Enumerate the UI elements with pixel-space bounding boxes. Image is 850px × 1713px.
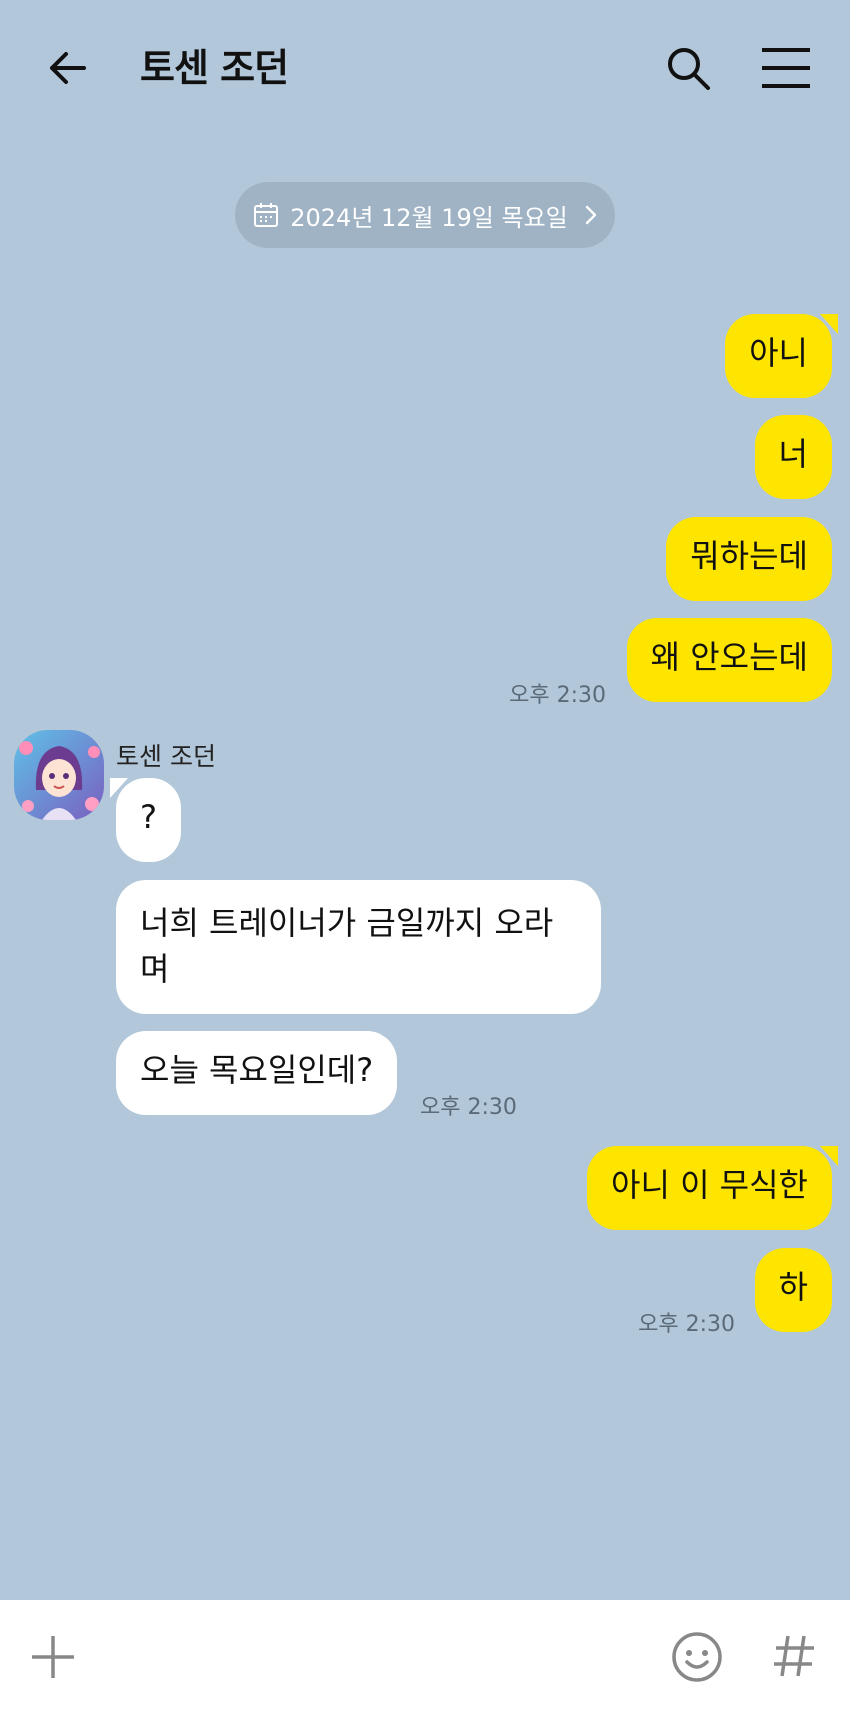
message-text: 아니 이 무식한 <box>611 1166 808 1204</box>
message-text: 아니 <box>749 334 808 372</box>
calendar-icon <box>254 203 279 227</box>
hashtag-icon <box>774 1635 814 1677</box>
avatar[interactable] <box>14 730 104 820</box>
my-message-bubble[interactable]: 아니 이 무식한 <box>587 1146 838 1230</box>
sender-name: 토센 조던 <box>116 742 216 771</box>
my-message-bubble[interactable]: 왜 안오는데 <box>626 618 832 702</box>
search-button[interactable] <box>664 44 712 92</box>
attach-button[interactable] <box>30 1634 76 1680</box>
arrow-left-icon <box>50 52 86 84</box>
emoji-button[interactable] <box>670 1630 724 1684</box>
their-message-bubble[interactable]: 너희 트레이너가 금일까지 오라며 <box>116 880 601 1014</box>
message-text: ? <box>140 798 157 836</box>
their-message-bubble[interactable]: 오늘 목요일인데? <box>116 1031 398 1115</box>
chevron-right-icon <box>585 205 596 225</box>
message-timestamp: 오후 2:30 <box>509 683 606 708</box>
hamburger-menu-icon <box>762 48 810 88</box>
search-icon <box>668 48 710 90</box>
message-input-bar[interactable] <box>0 1600 850 1713</box>
message-text: 뭐하는데 <box>690 537 808 575</box>
message-text: 너 <box>778 435 808 473</box>
back-button[interactable] <box>44 44 92 92</box>
message-text: 너희 트레이너가 금일까지 오라며 <box>140 904 554 988</box>
my-message-bubble[interactable]: 아니 <box>725 314 838 398</box>
message-timestamp: 오후 2:30 <box>638 1312 735 1337</box>
date-divider[interactable]: 2024년 12월 19일 목요일 <box>235 182 615 248</box>
hashtag-button[interactable] <box>772 1632 816 1680</box>
menu-button[interactable] <box>760 44 812 92</box>
emoji-icon <box>672 1632 722 1682</box>
my-message-bubble[interactable]: 뭐하는데 <box>666 517 832 601</box>
message-timestamp: 오후 2:30 <box>420 1095 517 1120</box>
date-divider-label: 2024년 12월 19일 목요일 <box>290 203 568 232</box>
their-message-bubble[interactable]: ? <box>110 778 181 862</box>
my-message-bubble[interactable]: 하 <box>754 1248 832 1332</box>
chat-header: 토센 조던 <box>0 0 850 135</box>
message-text: 오늘 목요일인데? <box>140 1051 374 1089</box>
profile-picture <box>14 730 104 820</box>
my-message-bubble[interactable]: 너 <box>754 415 832 499</box>
chat-title: 토센 조던 <box>140 46 289 90</box>
message-text: 하 <box>778 1268 808 1306</box>
plus-icon <box>32 1636 74 1678</box>
message-text: 왜 안오는데 <box>650 638 808 676</box>
